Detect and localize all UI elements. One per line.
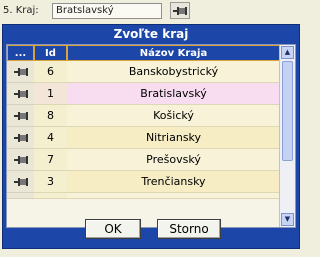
pin-icon: [173, 6, 187, 16]
grid-scrollbar[interactable]: ▲ ▼: [279, 45, 295, 227]
scroll-up-icon[interactable]: ▲: [281, 46, 294, 59]
row-id: 3: [34, 171, 67, 193]
row-select-button: [7, 193, 34, 199]
table-row[interactable]: 3 Trenčiansky: [7, 171, 280, 193]
row-id: 8: [34, 105, 67, 127]
row-id: [34, 193, 67, 199]
table-row-partial: [7, 193, 280, 199]
ok-button[interactable]: OK: [85, 219, 141, 239]
row-select-button[interactable]: [7, 61, 34, 83]
row-name: Košický: [67, 105, 280, 127]
pin-icon: [13, 67, 28, 77]
row-name: Bratislavský: [67, 83, 280, 105]
row-name: Nitriansky: [67, 127, 280, 149]
row-select-button[interactable]: [7, 171, 34, 193]
pin-icon: [13, 177, 28, 187]
row-id: 1: [34, 83, 67, 105]
pin-icon: [13, 155, 28, 165]
row-select-button[interactable]: [7, 83, 34, 105]
row-id: 4: [34, 127, 67, 149]
row-select-button[interactable]: [7, 149, 34, 171]
row-select-button[interactable]: [7, 105, 34, 127]
column-header-name[interactable]: Názov Kraja: [67, 45, 280, 61]
table-row[interactable]: 8 Košický: [7, 105, 280, 127]
row-name: Banskobystrický: [67, 61, 280, 83]
table-row[interactable]: 4 Nitriansky: [7, 127, 280, 149]
row-id: 6: [34, 61, 67, 83]
row-select-button[interactable]: [7, 127, 34, 149]
table-row[interactable]: 6 Banskobystrický: [7, 61, 280, 83]
pin-icon: [13, 133, 28, 143]
kraj-input[interactable]: Bratslavský: [52, 3, 162, 19]
kraj-field-row: 5. Kraj: Bratslavský: [0, 0, 318, 24]
row-id: 7: [34, 149, 67, 171]
region-grid: ... Id Názov Kraja 6 Banskobystrický 1 B…: [6, 44, 296, 228]
grid-header: ... Id Názov Kraja: [7, 45, 280, 61]
kraj-lookup-button[interactable]: [170, 2, 190, 19]
scroll-thumb[interactable]: [282, 61, 293, 161]
row-name: Prešovský: [67, 149, 280, 171]
cancel-button[interactable]: Storno: [157, 219, 221, 239]
row-name: [67, 193, 280, 199]
pin-icon: [13, 89, 28, 99]
region-picker-dialog: Zvoľte kraj ... Id Názov Kraja 6 Banskob…: [2, 24, 300, 249]
column-header-actions: ...: [7, 45, 34, 61]
scroll-down-icon[interactable]: ▼: [281, 213, 294, 226]
column-header-id[interactable]: Id: [34, 45, 67, 61]
table-row[interactable]: 1 Bratislavský: [7, 83, 280, 105]
kraj-label: 5. Kraj:: [3, 5, 39, 16]
row-name: Trenčiansky: [67, 171, 280, 193]
pin-icon: [13, 111, 28, 121]
table-row[interactable]: 7 Prešovský: [7, 149, 280, 171]
dialog-title: Zvoľte kraj: [113, 27, 189, 41]
